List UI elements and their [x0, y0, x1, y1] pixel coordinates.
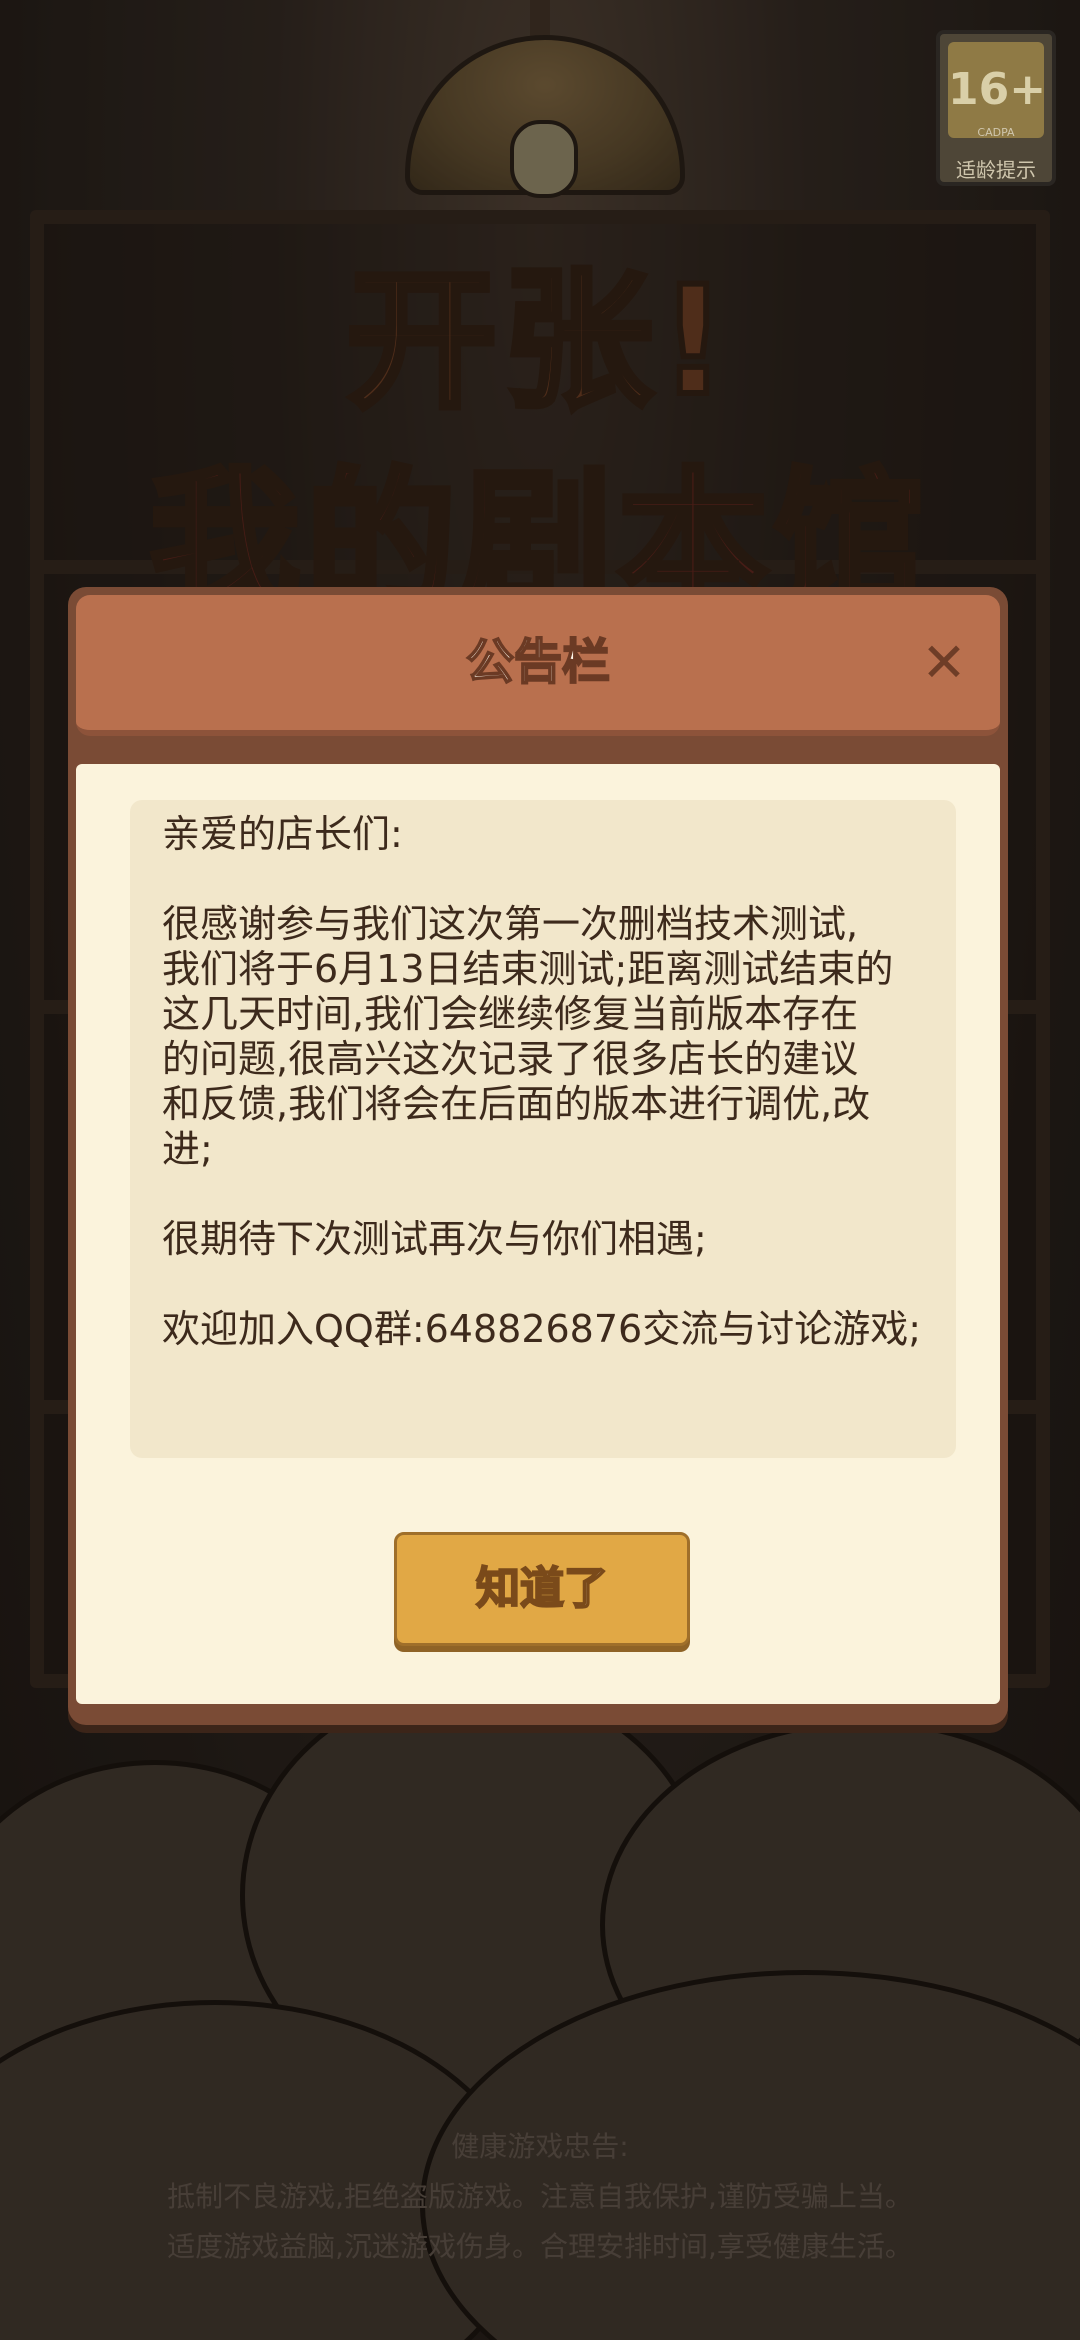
dialog-title: 公告栏 — [465, 633, 611, 691]
dialog-header: 公告栏 ✕ — [76, 595, 1000, 736]
message-greeting: 亲爱的店长们: — [162, 812, 403, 856]
close-icon[interactable]: ✕ — [916, 635, 972, 691]
age-rating-org: CADPA — [977, 126, 1015, 139]
message-line: 我们将于6月13日结束测试;距离测试结束的 — [162, 947, 894, 991]
message-box: 亲爱的店长们: 很感谢参与我们这次第一次删档技术测试, 我们将于6月13日结束测… — [130, 800, 956, 1458]
announcement-dialog: 公告栏 ✕ 亲爱的店长们: 很感谢参与我们这次第一次删档技术测试, 我们将于6月… — [68, 587, 1008, 1725]
message-line: 很感谢参与我们这次第一次删档技术测试, — [162, 902, 859, 946]
age-rating-badge: 16+ CADPA 适龄提示 — [936, 30, 1056, 186]
message-line: 这几天时间,我们会继续修复当前版本存在 — [162, 992, 859, 1036]
dialog-body: 亲爱的店长们: 很感谢参与我们这次第一次删档技术测试, 我们将于6月13日结束测… — [76, 764, 1000, 1704]
message-para2: 很期待下次测试再次与你们相遇; — [162, 1217, 707, 1261]
message-para3: 欢迎加入QQ群:648826876交流与讨论游戏; — [162, 1307, 922, 1351]
age-rating: 16+ — [948, 42, 1046, 138]
message-line: 进; — [162, 1127, 213, 1171]
age-rating-label: 适龄提示 — [956, 158, 1036, 182]
message-line: 和反馈,我们将会在后面的版本进行调优,改 — [162, 1082, 871, 1126]
confirm-button[interactable]: 知道了 — [394, 1532, 690, 1646]
message-line: 的问题,很高兴这次记录了很多店长的建议 — [162, 1037, 859, 1081]
